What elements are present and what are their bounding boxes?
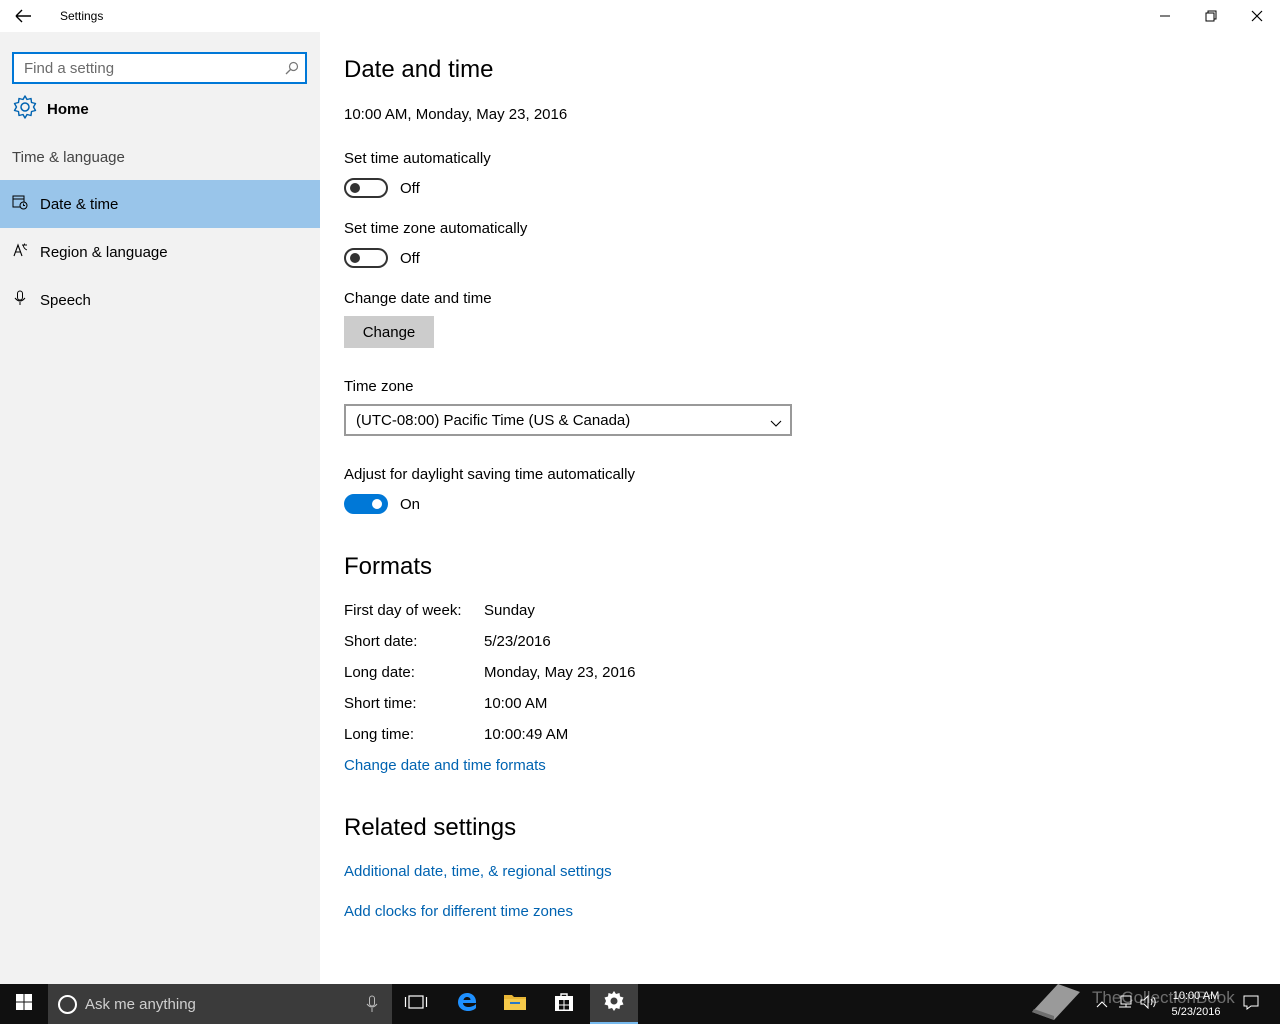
page-title: Date and time <box>344 56 494 83</box>
back-arrow-icon[interactable] <box>12 6 34 26</box>
set-timezone-auto-row: Off <box>344 248 420 268</box>
sidebar-item-speech[interactable]: Speech <box>0 276 320 324</box>
set-time-auto-label: Set time automatically <box>344 150 491 167</box>
minimize-icon <box>1160 15 1170 17</box>
task-view-button[interactable] <box>392 984 440 1024</box>
clock-time: 10:00 AM <box>1172 990 1220 1002</box>
search-box[interactable] <box>12 52 307 84</box>
action-center-button[interactable] <box>1236 984 1266 1024</box>
timezone-dropdown[interactable]: (UTC-08:00) Pacific Time (US & Canada) <box>344 404 792 436</box>
window-title: Settings <box>60 9 104 23</box>
microphone-icon <box>12 290 28 311</box>
home-link[interactable]: Home <box>12 94 89 125</box>
main-content: Date and time 10:00 AM, Monday, May 23, … <box>320 32 1280 984</box>
edge-browser-icon <box>456 991 478 1018</box>
gear-icon <box>12 94 38 125</box>
format-row: Long date: Monday, May 23, 2016 <box>344 664 635 681</box>
current-datetime: 10:00 AM, Monday, May 23, 2016 <box>344 106 568 123</box>
chevron-up-icon <box>1096 995 1108 1013</box>
format-key: First day of week: <box>344 602 462 619</box>
set-timezone-auto-toggle[interactable] <box>344 248 388 268</box>
speaker-icon <box>1140 994 1158 1014</box>
gear-icon <box>603 990 625 1017</box>
chevron-down-icon <box>770 415 782 432</box>
show-hidden-icons-button[interactable] <box>1092 984 1112 1024</box>
set-timezone-auto-label: Set time zone automatically <box>344 220 528 237</box>
task-view-icon <box>404 993 428 1016</box>
network-tray-button[interactable] <box>1114 984 1136 1024</box>
notification-icon <box>1243 994 1259 1015</box>
search-input[interactable] <box>14 54 274 82</box>
taskbar-clock[interactable]: 10:00 AM 5/23/2016 <box>1158 988 1234 1020</box>
network-icon <box>1117 995 1133 1014</box>
dst-label: Adjust for daylight saving time automati… <box>344 466 635 483</box>
settings-taskbar-button[interactable] <box>590 984 638 1024</box>
toggle-state: On <box>400 495 421 513</box>
store-button[interactable] <box>540 984 588 1024</box>
format-key: Short time: <box>344 695 417 712</box>
related-settings-heading: Related settings <box>344 814 517 841</box>
start-button[interactable] <box>0 984 48 1024</box>
sidebar-item-label: Region & language <box>40 243 168 261</box>
title-bar: Settings <box>0 0 1280 32</box>
format-row: Short time: 10:00 AM <box>344 695 547 712</box>
set-time-auto-toggle[interactable] <box>344 178 388 198</box>
change-formats-link[interactable]: Change date and time formats <box>344 757 546 774</box>
cortana-search-box[interactable]: Ask me anything <box>48 984 392 1024</box>
taskbar: Ask me anything TheCollectionBook 10:00 … <box>0 984 1280 1024</box>
sidebar: Home Time & language Date & time Region … <box>0 32 320 984</box>
restore-icon <box>1205 10 1217 22</box>
format-key: Long time: <box>344 726 415 743</box>
close-icon <box>1251 10 1263 22</box>
timezone-value: (UTC-08:00) Pacific Time (US & Canada) <box>356 411 631 429</box>
format-value: 5/23/2016 <box>484 633 551 650</box>
format-value: 10:00:49 AM <box>484 726 569 743</box>
format-value: 10:00 AM <box>484 695 548 712</box>
edge-button[interactable] <box>443 984 491 1024</box>
file-explorer-button[interactable] <box>491 984 539 1024</box>
toggle-state: Off <box>400 179 420 197</box>
sidebar-item-label: Date & time <box>40 195 119 213</box>
restore-button[interactable] <box>1188 0 1234 32</box>
dst-toggle[interactable] <box>344 494 388 514</box>
cortana-icon <box>58 994 77 1014</box>
change-date-time-label: Change date and time <box>344 290 492 307</box>
close-button[interactable] <box>1234 0 1280 32</box>
volume-tray-button[interactable] <box>1138 984 1160 1024</box>
book-logo-icon <box>1028 978 1084 1024</box>
format-row: Long time: 10:00:49 AM <box>344 726 568 743</box>
timezone-label: Time zone <box>344 378 414 395</box>
microphone-icon[interactable] <box>366 995 378 1018</box>
format-key: Long date: <box>344 664 415 681</box>
format-key: Short date: <box>344 633 418 650</box>
change-button[interactable]: Change <box>344 316 434 348</box>
add-clocks-link[interactable]: Add clocks for different time zones <box>344 903 573 920</box>
format-value: Sunday <box>484 602 535 619</box>
sidebar-item-region-language[interactable]: Region & language <box>0 228 320 276</box>
windows-logo-icon <box>16 993 32 1015</box>
section-label: Time & language <box>12 149 125 166</box>
home-label: Home <box>47 100 89 118</box>
toggle-state: Off <box>400 249 420 267</box>
additional-regional-settings-link[interactable]: Additional date, time, & regional settin… <box>344 863 612 880</box>
store-bag-icon <box>553 991 575 1018</box>
cortana-placeholder: Ask me anything <box>85 995 196 1013</box>
sidebar-item-date-time[interactable]: Date & time <box>0 180 320 228</box>
formats-heading: Formats <box>344 553 433 580</box>
dst-row: On <box>344 494 420 514</box>
format-value: Monday, May 23, 2016 <box>484 664 636 681</box>
calendar-clock-icon <box>12 194 28 215</box>
format-row: Short date: 5/23/2016 <box>344 633 551 650</box>
set-time-auto-row: Off <box>344 178 420 198</box>
format-row: First day of week: Sunday <box>344 602 535 619</box>
search-icon[interactable] <box>285 61 299 80</box>
minimize-button[interactable] <box>1142 0 1188 32</box>
folder-icon <box>503 992 527 1017</box>
sidebar-item-label: Speech <box>40 291 91 309</box>
language-icon <box>12 242 28 263</box>
clock-date: 5/23/2016 <box>1171 1006 1221 1018</box>
